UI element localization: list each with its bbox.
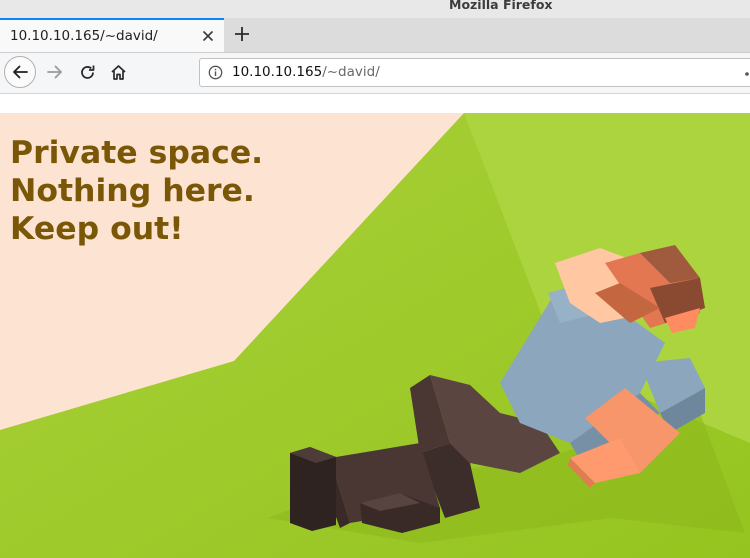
headline-line: Nothing here. (10, 173, 255, 209)
home-icon[interactable] (105, 59, 131, 85)
page-content: Private space. Nothing here. Keep out! (0, 113, 750, 558)
url-text[interactable]: 10.10.10.165/~david/ (232, 64, 380, 80)
close-icon[interactable] (198, 26, 218, 46)
headline-line: Private space. (10, 135, 264, 171)
tab-active[interactable]: 10.10.10.165/~david/ (0, 18, 224, 52)
url-host: 10.10.10.165 (232, 64, 323, 80)
back-arrow-icon[interactable] (4, 56, 36, 88)
headline-line: Keep out! (10, 211, 184, 247)
page-headline: Private space. Nothing here. Keep out! (10, 134, 263, 248)
tab-label: 10.10.10.165/~david/ (10, 28, 158, 44)
forward-arrow-icon[interactable] (42, 59, 68, 85)
page-actions-icon[interactable] (744, 66, 750, 80)
url-path: /~david/ (322, 64, 380, 80)
info-icon[interactable] (208, 65, 223, 80)
navigation-toolbar: 10.10.10.165/~david/ (0, 53, 750, 94)
reload-icon[interactable] (74, 59, 100, 85)
window-titlebar: Mozilla Firefox (0, 0, 750, 18)
window-title: Mozilla Firefox (449, 0, 553, 12)
url-bar[interactable]: 10.10.10.165/~david/ (199, 58, 750, 87)
plus-icon[interactable] (230, 22, 254, 46)
tab-strip: 10.10.10.165/~david/ (0, 18, 750, 53)
